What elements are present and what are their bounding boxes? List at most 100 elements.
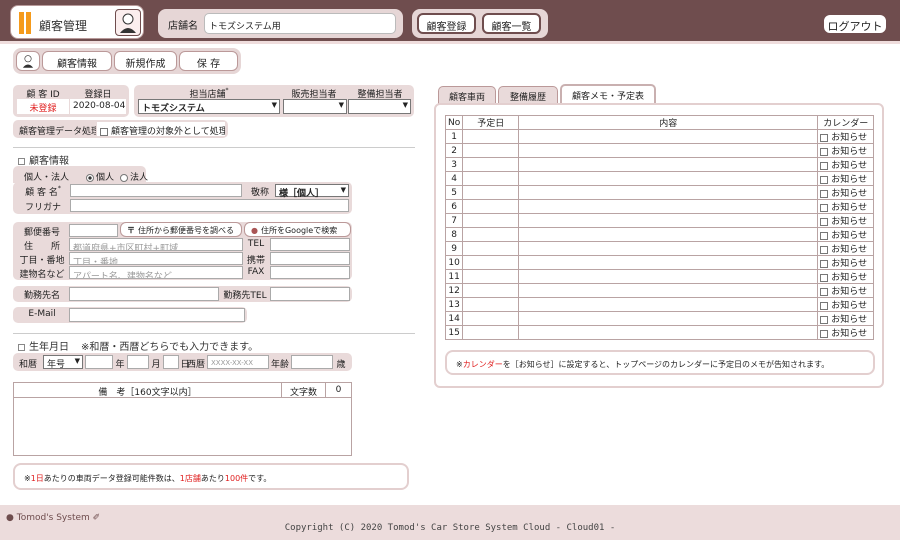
- year-input[interactable]: [85, 355, 113, 369]
- memo-content-input[interactable]: [518, 213, 819, 228]
- memo-content-input[interactable]: [518, 129, 819, 144]
- store-select[interactable]: トモズシステム: [138, 99, 280, 114]
- zip-lookup-button[interactable]: 〒住所から郵便番号を調べる: [120, 222, 242, 237]
- memo-date-input[interactable]: [462, 171, 520, 186]
- memo-content-input[interactable]: [518, 199, 819, 214]
- memo-notify-checkbox[interactable]: お知らせ: [817, 283, 875, 298]
- checkbox-icon[interactable]: [820, 329, 829, 338]
- memo-notify-checkbox[interactable]: お知らせ: [817, 297, 875, 312]
- memo-content-input[interactable]: [518, 325, 819, 340]
- building-input[interactable]: アパート名、建物名など: [69, 266, 243, 279]
- work-tel-input[interactable]: [270, 287, 350, 301]
- memo-content-input[interactable]: [518, 297, 819, 312]
- sales-staff-select[interactable]: [283, 99, 347, 114]
- memo-notify-checkbox[interactable]: お知らせ: [817, 325, 875, 340]
- checkbox-icon[interactable]: [820, 161, 829, 170]
- memo-content-input[interactable]: [518, 185, 819, 200]
- memo-content-input[interactable]: [518, 269, 819, 284]
- address-input[interactable]: 都道府県+市区町村+町域: [69, 238, 243, 251]
- google-search-button[interactable]: ● 住所をGoogleで検索: [244, 222, 351, 237]
- customer-register-button[interactable]: 顧客登録: [417, 13, 476, 34]
- memo-date-input[interactable]: [462, 297, 520, 312]
- memo-date-input[interactable]: [462, 325, 520, 340]
- memo-content-input[interactable]: [518, 255, 819, 270]
- checkbox-icon[interactable]: [820, 147, 829, 156]
- memo-notify-checkbox[interactable]: お知らせ: [817, 255, 875, 270]
- zip-input[interactable]: [69, 224, 118, 237]
- corp-radio-icon[interactable]: [120, 173, 128, 182]
- address-label: 住 所: [23, 242, 60, 252]
- memo-date-input[interactable]: [462, 199, 520, 214]
- memo-content-input[interactable]: [518, 311, 819, 326]
- memo-content-input[interactable]: [518, 171, 819, 186]
- memo-date-input[interactable]: [462, 227, 520, 242]
- honorific-select[interactable]: 様［個人］: [275, 184, 349, 199]
- memo-date-input[interactable]: [462, 255, 520, 270]
- tab-memo[interactable]: 顧客メモ・予定表: [560, 84, 656, 105]
- memo-content-input[interactable]: [518, 227, 819, 242]
- checkbox-icon[interactable]: [820, 231, 829, 240]
- memo-notify-checkbox[interactable]: お知らせ: [817, 157, 875, 172]
- exclude-checkbox[interactable]: [100, 127, 108, 136]
- memo-notify-checkbox[interactable]: お知らせ: [817, 171, 875, 186]
- app-logo[interactable]: 顧客管理: [10, 5, 144, 39]
- tel-input[interactable]: [270, 238, 350, 251]
- memo-notify-checkbox[interactable]: お知らせ: [817, 269, 875, 284]
- checkbox-icon[interactable]: [820, 203, 829, 212]
- shop-input[interactable]: トモズシステム用: [204, 13, 396, 34]
- person-radio-icon[interactable]: [86, 173, 94, 182]
- memo-date-input[interactable]: [462, 269, 520, 284]
- memo-date-input[interactable]: [462, 213, 520, 228]
- email-input[interactable]: [69, 308, 245, 322]
- memo-date-input[interactable]: [462, 283, 520, 298]
- maint-staff-select[interactable]: [348, 99, 411, 114]
- memo-date-input[interactable]: [462, 129, 520, 144]
- memo-notify-checkbox[interactable]: お知らせ: [817, 129, 875, 144]
- seireki-input[interactable]: XXXX-XX-XX: [207, 355, 269, 369]
- exclude-checkbox-row[interactable]: 顧客管理の対象外として処理: [97, 122, 225, 136]
- checkbox-icon[interactable]: [820, 217, 829, 226]
- memo-notify-checkbox[interactable]: お知らせ: [817, 213, 875, 228]
- age-input[interactable]: [291, 355, 333, 369]
- notify-label: お知らせ: [831, 133, 868, 143]
- checkbox-icon[interactable]: [820, 273, 829, 282]
- checkbox-icon[interactable]: [820, 287, 829, 296]
- name-input[interactable]: [70, 184, 242, 197]
- save-button[interactable]: 保 存: [179, 51, 238, 71]
- customer-list-button[interactable]: 顧客一覧: [482, 13, 541, 34]
- customer-info-button[interactable]: 顧客情報: [42, 51, 112, 71]
- memo-date-input[interactable]: [462, 241, 520, 256]
- work-input[interactable]: [69, 287, 219, 301]
- memo-content-input[interactable]: [518, 241, 819, 256]
- memo-date-input[interactable]: [462, 311, 520, 326]
- checkbox-icon[interactable]: [820, 175, 829, 184]
- remarks-textarea[interactable]: [14, 398, 351, 455]
- memo-content-input[interactable]: [518, 143, 819, 158]
- memo-date-input[interactable]: [462, 185, 520, 200]
- new-button[interactable]: 新規作成: [114, 51, 177, 71]
- checkbox-icon[interactable]: [820, 259, 829, 268]
- memo-notify-checkbox[interactable]: お知らせ: [817, 143, 875, 158]
- memo-date-input[interactable]: [462, 143, 520, 158]
- memo-date-input[interactable]: [462, 157, 520, 172]
- checkbox-icon[interactable]: [820, 245, 829, 254]
- logout-button[interactable]: ログアウト: [822, 13, 888, 35]
- checkbox-icon[interactable]: [820, 301, 829, 310]
- kana-input[interactable]: [70, 199, 349, 212]
- month-input[interactable]: [127, 355, 149, 369]
- checkbox-icon[interactable]: [820, 189, 829, 198]
- checkbox-icon[interactable]: [820, 315, 829, 324]
- mobile-input[interactable]: [270, 252, 350, 265]
- memo-notify-checkbox[interactable]: お知らせ: [817, 241, 875, 256]
- chome-input[interactable]: 丁目・番地: [69, 252, 243, 265]
- memo-notify-checkbox[interactable]: お知らせ: [817, 185, 875, 200]
- era-select[interactable]: 年号: [43, 355, 83, 370]
- day-input[interactable]: [163, 355, 179, 369]
- checkbox-icon[interactable]: [820, 133, 829, 142]
- memo-notify-checkbox[interactable]: お知らせ: [817, 199, 875, 214]
- memo-content-input[interactable]: [518, 157, 819, 172]
- fax-input[interactable]: [270, 266, 350, 279]
- memo-notify-checkbox[interactable]: お知らせ: [817, 311, 875, 326]
- memo-content-input[interactable]: [518, 283, 819, 298]
- memo-notify-checkbox[interactable]: お知らせ: [817, 227, 875, 242]
